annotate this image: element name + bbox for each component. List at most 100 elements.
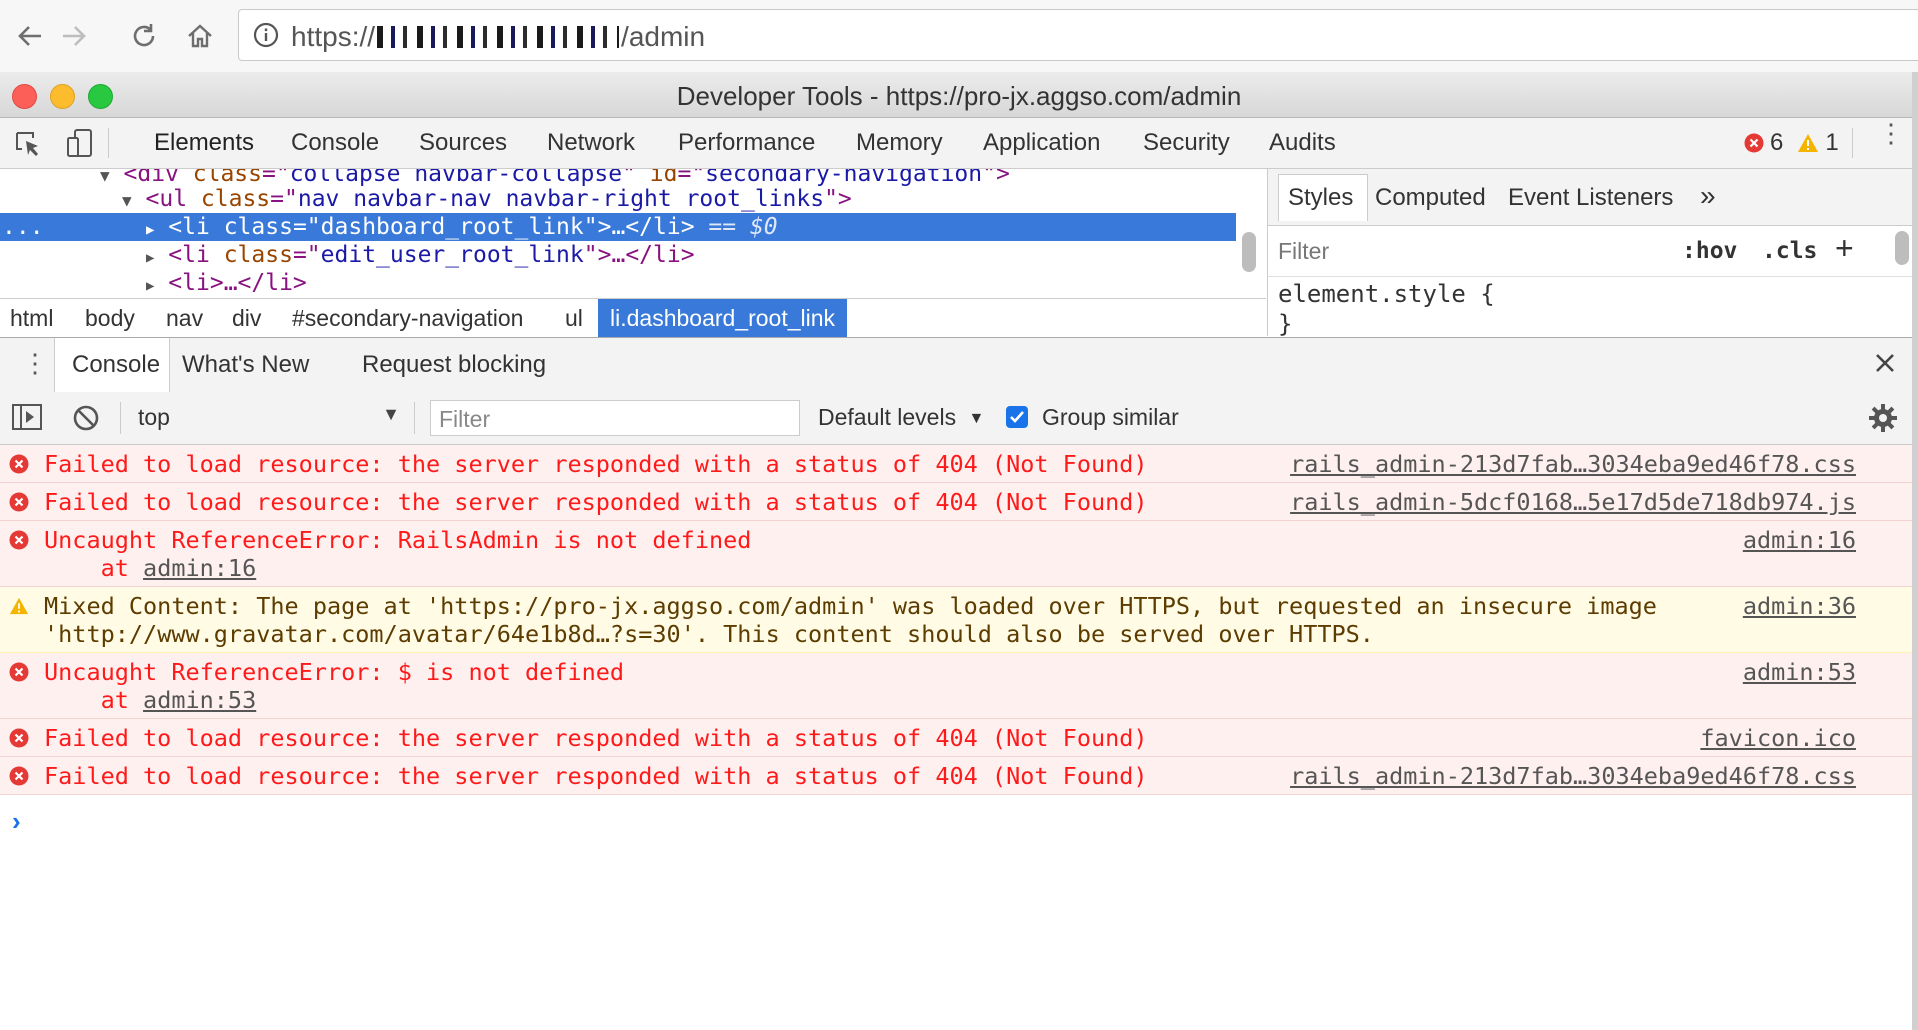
tab-audits[interactable]: Audits	[1269, 129, 1336, 157]
devtools-window-titlebar: Developer Tools - https://pro-jx.aggso.c…	[0, 72, 1918, 118]
console-settings-gear-icon[interactable]	[1868, 403, 1898, 438]
warning-icon	[1798, 134, 1819, 152]
log-levels-label: Default levels	[818, 404, 957, 430]
breadcrumb-item-active[interactable]: li.dashboard_root_link	[598, 299, 848, 337]
tab-memory[interactable]: Memory	[856, 129, 943, 157]
breadcrumb-item[interactable]: html	[10, 299, 53, 337]
styles-tabbar: Styles Computed Event Listeners »	[1268, 169, 1918, 226]
message-text-part: ' was loaded over HTTPS, but requested a…	[864, 592, 1657, 620]
message-source-link[interactable]: favicon.ico	[1700, 724, 1856, 752]
drawer-menu-icon[interactable]: ⋮	[22, 348, 48, 379]
tab-application[interactable]: Application	[983, 129, 1100, 157]
console-prompt[interactable]: ›	[12, 806, 21, 837]
console-error-message[interactable]: Failed to load resource: the server resp…	[0, 445, 1918, 483]
breadcrumb-item[interactable]: ul	[565, 299, 583, 337]
more-options-icon[interactable]: ⋮	[1878, 120, 1904, 146]
dom-tag: <li>	[168, 270, 224, 296]
message-text-continued: 'http://www.gravatar.com/avatar/64e1b8d……	[44, 620, 1374, 648]
drawer-tab-whats-new[interactable]: What's New	[182, 351, 309, 379]
new-style-rule-icon[interactable]: +	[1835, 230, 1854, 267]
drawer-tab-console[interactable]: Console	[72, 351, 160, 379]
styles-filter-input[interactable]: Filter	[1278, 238, 1329, 265]
dom-node-li[interactable]: ▶ <li>…</li>	[146, 269, 307, 297]
tab-elements[interactable]: Elements	[154, 129, 254, 157]
styles-scrollbar[interactable]	[1895, 231, 1909, 265]
tab-security[interactable]: Security	[1143, 129, 1230, 157]
expand-arrow-icon[interactable]: ▼	[100, 169, 110, 185]
message-source-link[interactable]: admin:36	[1743, 592, 1856, 620]
tab-styles[interactable]: Styles	[1288, 184, 1353, 212]
back-arrow-icon[interactable]	[12, 18, 48, 54]
browser-toolbar: https:// /admin	[0, 0, 1918, 73]
group-similar-label[interactable]: Group similar	[1042, 404, 1179, 431]
hover-state-toggle[interactable]: :hov	[1682, 238, 1737, 264]
device-toolbar-icon[interactable]	[66, 128, 94, 163]
elements-scrollbar[interactable]	[1242, 232, 1256, 272]
tab-network[interactable]: Network	[547, 129, 635, 157]
breadcrumb-item[interactable]: div	[232, 299, 261, 337]
error-icon	[9, 530, 29, 550]
drawer-tab-request-blocking[interactable]: Request blocking	[362, 351, 546, 379]
message-text-part: Mixed Content: The page at '	[44, 592, 441, 620]
toolbar-separator	[120, 402, 121, 434]
message-text: Uncaught ReferenceError: $ is not define…	[44, 658, 625, 686]
stack-frame-link[interactable]: admin:53	[143, 686, 256, 714]
breadcrumb-item[interactable]: #secondary-navigation	[292, 299, 523, 337]
console-error-message[interactable]: Failed to load resource: the server resp…	[0, 757, 1918, 795]
show-sidebar-icon[interactable]	[12, 404, 42, 435]
message-text: Failed to load resource: the server resp…	[44, 724, 1148, 752]
issue-counter[interactable]: 6 1	[1744, 128, 1839, 158]
console-error-message[interactable]: Failed to load resource: the server resp…	[0, 483, 1918, 521]
inspect-element-icon[interactable]	[14, 130, 42, 163]
dom-tag-close: >…</li>	[597, 214, 695, 240]
dom-node-li[interactable]: ▶ <li class="edit_user_root_link">…</li>	[146, 241, 695, 269]
reload-icon[interactable]	[126, 18, 162, 54]
home-icon[interactable]	[182, 18, 218, 54]
tab-computed[interactable]: Computed	[1375, 184, 1486, 212]
breadcrumb-item[interactable]: nav	[166, 299, 203, 337]
stack-frame-link[interactable]: admin:16	[143, 554, 256, 582]
more-tabs-icon[interactable]: »	[1700, 180, 1716, 212]
clear-console-icon[interactable]	[72, 404, 100, 437]
context-selector[interactable]: top ▼	[138, 404, 400, 434]
message-source-link[interactable]: rails_admin-213d7fab…3034eba9ed46f78.css	[1290, 450, 1856, 478]
dom-selected-marker: == $0	[694, 214, 778, 240]
styles-sidebar: Styles Computed Event Listeners » Filter…	[1267, 169, 1918, 336]
address-bar[interactable]: https:// /admin	[238, 9, 1918, 61]
message-source-link[interactable]: rails_admin-213d7fab…3034eba9ed46f78.css	[1290, 762, 1856, 790]
message-source-link[interactable]: rails_admin-5dcf0168…5e17d5de718db974.js	[1290, 488, 1856, 516]
tab-console[interactable]: Console	[291, 129, 379, 157]
message-link[interactable]: http://www.gravatar.com/avatar/64e1b8d…?…	[58, 620, 681, 648]
console-filter-input[interactable]: Filter	[430, 400, 800, 436]
message-source-link[interactable]: admin:53	[1743, 658, 1856, 686]
console-error-message[interactable]: Failed to load resource: the server resp…	[0, 719, 1918, 757]
class-toggle[interactable]: .cls	[1762, 238, 1817, 264]
group-similar-checkbox[interactable]	[1006, 406, 1028, 428]
console-error-message[interactable]: Uncaught ReferenceError: $ is not define…	[0, 653, 1918, 719]
styles-filter-row: Filter :hov .cls +	[1268, 226, 1918, 277]
console-error-message[interactable]: Uncaught ReferenceError: RailsAdmin is n…	[0, 521, 1918, 587]
expand-arrow-icon[interactable]: ▶	[146, 222, 154, 238]
tab-sources[interactable]: Sources	[419, 129, 507, 157]
forward-arrow-icon[interactable]	[56, 18, 92, 54]
log-levels-dropdown[interactable]: Default levels ▼	[818, 404, 984, 431]
close-drawer-icon[interactable]	[1872, 350, 1898, 381]
warning-count: 1	[1825, 129, 1839, 156]
console-warning-message[interactable]: Mixed Content: The page at 'https://pro-…	[0, 587, 1918, 653]
element-style-rule[interactable]: element.style { }	[1278, 279, 1495, 336]
error-icon	[9, 766, 29, 786]
node-actions-ellipsis[interactable]: ...	[2, 213, 44, 241]
message-source-link[interactable]: admin:16	[1743, 526, 1856, 554]
drawer-tabbar: ⋮ Console What's New Request blocking	[0, 337, 1918, 393]
expand-arrow-icon[interactable]: ▶	[146, 278, 154, 294]
message-link[interactable]: https://pro-jx.aggso.com/admin	[440, 592, 864, 620]
breadcrumb-item[interactable]: body	[85, 299, 135, 337]
dom-node-li-selected[interactable]: ... ▶ <li class="dashboard_root_link">…<…	[0, 213, 1236, 241]
expand-arrow-icon[interactable]: ▶	[146, 250, 154, 266]
info-icon[interactable]	[253, 22, 279, 48]
message-text: Mixed Content: The page at 'https://pro-…	[44, 592, 1657, 620]
tab-performance[interactable]: Performance	[678, 129, 815, 157]
tab-event-listeners[interactable]: Event Listeners	[1508, 184, 1673, 212]
dom-node-ul[interactable]: ▼ <ul class="nav navbar-nav navbar-right…	[122, 185, 852, 213]
expand-arrow-icon[interactable]: ▼	[122, 191, 132, 210]
